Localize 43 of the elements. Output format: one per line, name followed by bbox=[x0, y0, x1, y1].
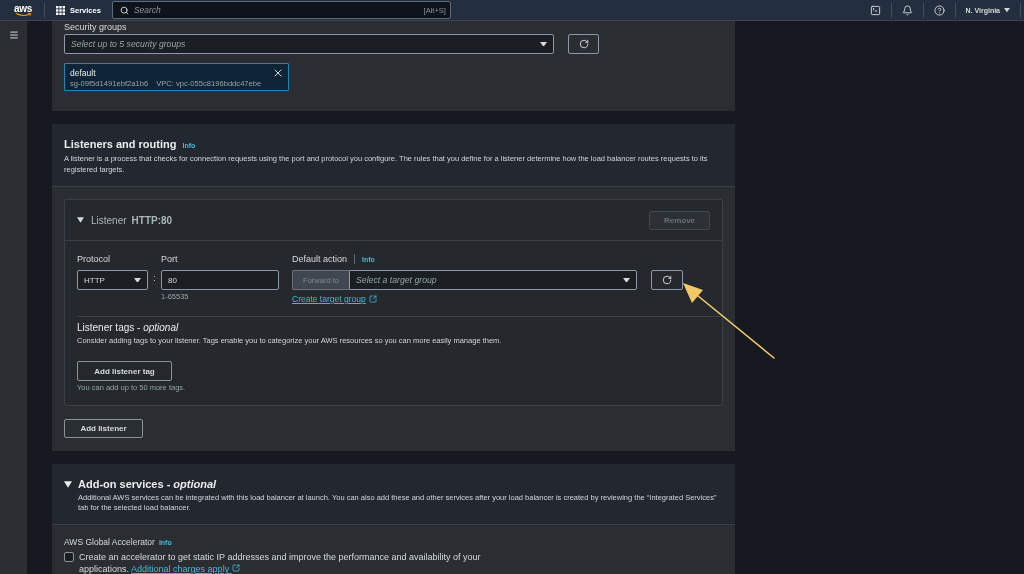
field-label: Security groups bbox=[64, 21, 128, 33]
add-listener-button[interactable]: Add listener bbox=[64, 419, 143, 438]
checkbox[interactable] bbox=[64, 552, 74, 562]
close-icon bbox=[272, 67, 284, 79]
charges-link[interactable]: Additional charges apply bbox=[131, 564, 240, 574]
refresh-button[interactable] bbox=[568, 34, 599, 54]
caret-icon[interactable] bbox=[77, 217, 84, 223]
field-label: Port bbox=[161, 253, 179, 265]
caret-icon[interactable] bbox=[64, 480, 72, 488]
external-link-icon bbox=[231, 564, 240, 572]
protocol-select[interactable]: HTTP bbox=[77, 270, 148, 290]
security-groups-select[interactable]: Select up to 5 security groups bbox=[64, 34, 554, 54]
section-title: Listeners and routing bbox=[64, 137, 177, 151]
bell-icon[interactable] bbox=[901, 4, 913, 16]
caret-down-icon bbox=[134, 277, 141, 283]
field-label: Default action bbox=[292, 253, 348, 265]
section-title: Add-on services - optional bbox=[78, 477, 217, 491]
grid-icon bbox=[56, 5, 65, 15]
group-name: default bbox=[70, 67, 97, 79]
separator-text: : bbox=[152, 273, 157, 283]
remove-token-button[interactable] bbox=[272, 67, 284, 79]
refresh-icon bbox=[662, 275, 672, 285]
caret-down-icon bbox=[540, 41, 547, 47]
help-icon[interactable] bbox=[933, 4, 945, 16]
listener-label: Listener bbox=[91, 214, 127, 226]
listener-name: HTTP:80 bbox=[131, 214, 173, 226]
menu-icon[interactable] bbox=[8, 30, 19, 40]
refresh-icon bbox=[578, 39, 589, 49]
create-target-group-link[interactable]: Create target group bbox=[292, 294, 377, 304]
port-input[interactable]: 80 bbox=[161, 270, 279, 290]
field-label: Protocol bbox=[77, 253, 112, 265]
caret-down-icon bbox=[623, 277, 630, 283]
search-icon bbox=[119, 5, 129, 15]
add-listener-tag-button[interactable]: Add listener tag bbox=[77, 361, 172, 381]
external-link-icon bbox=[368, 295, 377, 303]
target-group-select[interactable]: Select a target group bbox=[349, 270, 637, 290]
subsection-title: Listener tags - optional bbox=[77, 322, 180, 334]
option-title: AWS Global Accelerator bbox=[64, 537, 155, 548]
checkbox-label: Create an accelerator to get static IP addresses and improve the performance and availability of your applications. Additional charges apply bbox=[79, 551, 482, 574]
caret-down-icon bbox=[1004, 7, 1010, 13]
aws-logo[interactable]: aws bbox=[13, 3, 33, 17]
terminal-icon[interactable] bbox=[869, 4, 881, 16]
refresh-button[interactable] bbox=[651, 270, 683, 290]
